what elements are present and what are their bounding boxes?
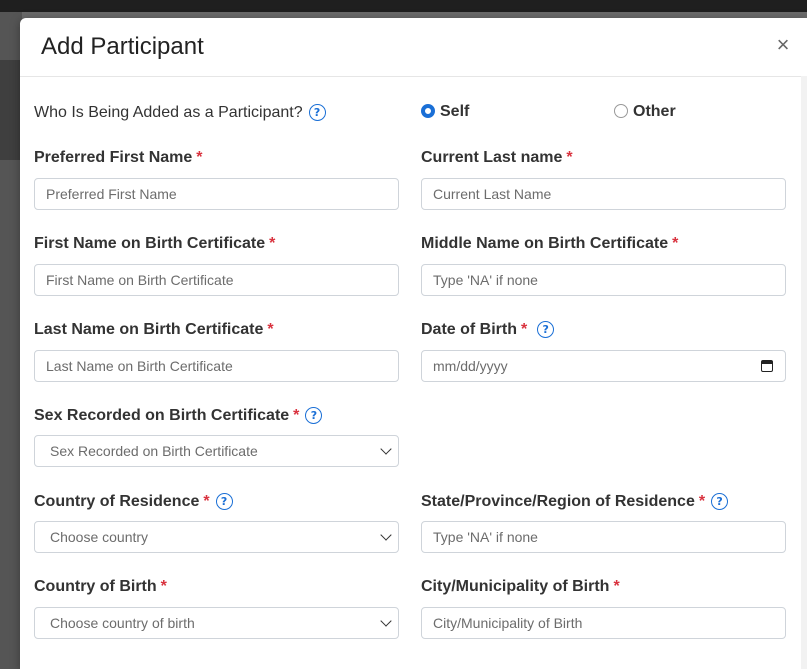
- label-text: State/Province/Region of Residence: [421, 493, 695, 510]
- required-marker: *: [613, 578, 620, 595]
- help-icon[interactable]: ?: [537, 321, 555, 338]
- required-marker: *: [672, 235, 679, 252]
- city-birth-label: City/Municipality of Birth *: [421, 578, 620, 596]
- label-text: Country of Residence: [34, 493, 200, 510]
- last-name-birth-cert-input[interactable]: [34, 350, 399, 382]
- date-of-birth-input[interactable]: mm/dd/yyyy: [421, 350, 786, 382]
- first-name-birth-cert-input[interactable]: [34, 264, 399, 296]
- dialog-title: Add Participant: [41, 33, 204, 60]
- required-marker: *: [203, 493, 210, 510]
- required-marker: *: [293, 407, 300, 424]
- country-residence-select[interactable]: Choose country: [34, 521, 399, 553]
- country-birth-select[interactable]: Choose country of birth: [34, 607, 399, 639]
- background-topbar: [0, 0, 807, 12]
- date-placeholder: mm/dd/yyyy: [433, 358, 508, 374]
- participant-type-text: Who Is Being Added as a Participant?: [34, 104, 303, 121]
- label-text: Current Last name: [421, 149, 563, 166]
- radio-other-label: Other: [633, 103, 676, 120]
- required-marker: *: [160, 578, 167, 595]
- required-marker: *: [196, 149, 203, 166]
- add-participant-dialog: Add Participant × Who Is Being Added as …: [20, 18, 807, 669]
- current-last-name-label: Current Last name *: [421, 149, 573, 167]
- close-icon[interactable]: ×: [771, 33, 795, 57]
- preferred-first-name-label: Preferred First Name *: [34, 149, 203, 167]
- label-text: City/Municipality of Birth: [421, 578, 610, 595]
- label-text: Country of Birth: [34, 578, 157, 595]
- country-birth-label: Country of Birth *: [34, 578, 167, 596]
- radio-self-label: Self: [440, 103, 470, 120]
- label-text: Middle Name on Birth Certificate: [421, 235, 669, 252]
- label-text: Date of Birth: [421, 321, 517, 338]
- select-value: Choose country of birth: [50, 615, 195, 631]
- background-sidebar-block: [0, 60, 22, 160]
- chevron-down-icon: [380, 529, 392, 541]
- participant-type-label: Who Is Being Added as a Participant??: [34, 104, 326, 122]
- dialog-header: Add Participant ×: [20, 18, 807, 77]
- state-residence-input[interactable]: [421, 521, 786, 553]
- radio-other[interactable]: Other: [614, 103, 676, 121]
- help-icon[interactable]: ?: [711, 493, 729, 510]
- radio-unselected-icon: [614, 104, 628, 118]
- chevron-down-icon: [380, 615, 392, 627]
- chevron-down-icon: [380, 443, 392, 455]
- required-marker: *: [269, 235, 276, 252]
- calendar-icon[interactable]: [761, 360, 773, 372]
- required-marker: *: [698, 493, 706, 510]
- select-value: Sex Recorded on Birth Certificate: [50, 443, 258, 459]
- sex-birth-cert-select[interactable]: Sex Recorded on Birth Certificate: [34, 435, 399, 467]
- current-last-name-input[interactable]: [421, 178, 786, 210]
- middle-name-birth-cert-input[interactable]: [421, 264, 786, 296]
- radio-selected-icon: [421, 104, 435, 118]
- label-text: Last Name on Birth Certificate: [34, 321, 264, 338]
- help-icon[interactable]: ?: [215, 493, 233, 510]
- preferred-first-name-input[interactable]: [34, 178, 399, 210]
- radio-self[interactable]: Self: [421, 103, 469, 121]
- required-marker: *: [521, 321, 528, 338]
- state-residence-label: State/Province/Region of Residence *?: [421, 493, 729, 511]
- scrollbar[interactable]: [801, 76, 807, 669]
- help-icon[interactable]: ?: [308, 104, 326, 121]
- city-birth-input[interactable]: [421, 607, 786, 639]
- select-value: Choose country: [50, 529, 149, 545]
- label-text: Sex Recorded on Birth Certificate: [34, 407, 290, 424]
- middle-name-birth-cert-label: Middle Name on Birth Certificate *: [421, 235, 678, 253]
- sex-birth-cert-label: Sex Recorded on Birth Certificate *?: [34, 407, 323, 425]
- help-icon[interactable]: ?: [305, 407, 323, 424]
- label-text: First Name on Birth Certificate: [34, 235, 266, 252]
- first-name-birth-cert-label: First Name on Birth Certificate *: [34, 235, 275, 253]
- date-of-birth-label: Date of Birth *?: [421, 321, 555, 339]
- last-name-birth-cert-label: Last Name on Birth Certificate *: [34, 321, 274, 339]
- required-marker: *: [267, 321, 274, 338]
- required-marker: *: [566, 149, 573, 166]
- label-text: Preferred First Name: [34, 149, 193, 166]
- country-residence-label: Country of Residence *?: [34, 493, 233, 511]
